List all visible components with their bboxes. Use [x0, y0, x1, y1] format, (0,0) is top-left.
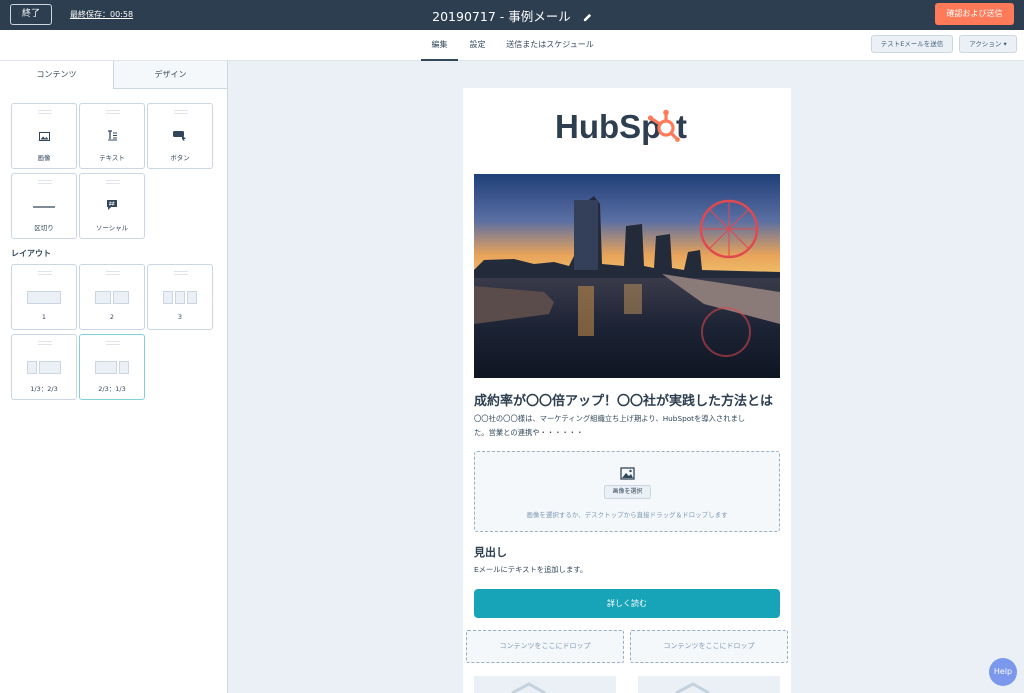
layout-2-columns[interactable]: 2 [79, 264, 145, 330]
drag-handle-icon [38, 341, 52, 345]
actions-dropdown[interactable]: アクション ▾ [959, 35, 1017, 53]
hero-image[interactable] [474, 174, 780, 378]
drop-zone-left[interactable]: コンテンツをここにドロップ [466, 630, 624, 663]
image-placeholder[interactable]: 画像を選択 画像を選択するか、デスクトップから直接ドラッグ＆ドロップします [474, 451, 780, 532]
column-block [187, 291, 197, 304]
send-test-email-button[interactable]: テストEメールを送信 [871, 35, 953, 53]
body-line-2: た。営業との連携や・・・・・・ [474, 428, 584, 437]
module-label: 区切り [34, 224, 54, 232]
pencil-icon[interactable] [583, 7, 592, 26]
tab-design[interactable]: デザイン [113, 61, 227, 89]
tab-send-or-schedule[interactable]: 送信またはスケジュール [502, 30, 598, 61]
drag-handle-icon [106, 110, 120, 114]
drag-handle-icon [38, 110, 52, 114]
button-icon [148, 126, 212, 145]
drag-handle-icon [106, 180, 120, 184]
review-and-send-button[interactable]: 確認および送信 [935, 3, 1014, 25]
image-placeholder-left [474, 676, 616, 693]
column-block [95, 291, 111, 304]
layout-label: 1/3：2/3 [30, 385, 58, 393]
read-more-button[interactable]: 詳しく読む [474, 589, 780, 618]
column-block [113, 291, 129, 304]
column-block [95, 361, 117, 374]
layout-1-3-2-3[interactable]: 1/3：2/3 [11, 334, 77, 400]
email-subheading[interactable]: 見出し [474, 544, 507, 560]
column-block [119, 361, 129, 374]
layout-3-columns[interactable]: 3 [147, 264, 213, 330]
module-label: ボタン [170, 154, 190, 162]
image-icon [12, 126, 76, 145]
email-title: 20190717 - 事例メール [432, 9, 571, 24]
email-sub-text[interactable]: Eメールにテキストを追加します。 [474, 565, 587, 575]
email-body-text[interactable]: 〇〇社の〇〇様は、マーケティング組織立ち上げ期より、HubSpotを導入されまし… [474, 412, 780, 440]
body-line-1: 〇〇社の〇〇様は、マーケティング組織立ち上げ期より、HubSpotを導入されまし [474, 414, 746, 423]
column-block [175, 291, 185, 304]
email-headline[interactable]: 成約率が〇〇倍アップ！〇〇社が実践した方法とは [474, 390, 773, 409]
tab-settings[interactable]: 設定 [465, 30, 490, 61]
column-block [27, 291, 61, 304]
tab-contents[interactable]: コンテンツ [0, 61, 113, 89]
tab-edit[interactable]: 編集 [421, 30, 458, 61]
hubspot-logo[interactable]: HubSp t [555, 104, 701, 152]
module-label: ソーシャル [95, 224, 129, 232]
module-label: 画像 [37, 154, 51, 162]
select-image-button[interactable]: 画像を選択 [604, 485, 651, 499]
help-button[interactable]: Help [989, 658, 1017, 686]
module-divider[interactable]: 区切り [11, 173, 77, 239]
layout-label: 2/3：1/3 [98, 385, 126, 393]
drag-handle-icon [106, 271, 120, 275]
top-bar: 終了 最終保存：00:58 20190717 - 事例メール 確認および送信 [0, 0, 1024, 30]
layout-1-column[interactable]: 1 [11, 264, 77, 330]
divider-icon [12, 196, 76, 215]
svg-text:HubSp: HubSp [555, 108, 661, 145]
module-text[interactable]: テキスト [79, 103, 145, 169]
image-placeholder-right [638, 676, 780, 693]
layout-label: 2 [109, 313, 115, 321]
layout-label: 1 [41, 313, 47, 321]
layout-heading: レイアウト [11, 249, 51, 258]
drop-hint-text: 画像を選択するか、デスクトップから直接ドラッグ＆ドロップします [526, 511, 728, 519]
drag-handle-icon [174, 110, 188, 114]
column-block [163, 291, 173, 304]
column-block [39, 361, 61, 374]
drag-handle-icon [38, 271, 52, 275]
image-icon [620, 465, 635, 484]
module-image[interactable]: 画像 [11, 103, 77, 169]
drop-zone-right[interactable]: コンテンツをここにドロップ [630, 630, 788, 663]
exit-button[interactable]: 終了 [10, 4, 52, 25]
layout-2-3-1-3[interactable]: 2/3：1/3 [79, 334, 145, 400]
drag-handle-icon [174, 271, 188, 275]
module-label: テキスト [99, 154, 125, 162]
social-icon [80, 196, 144, 215]
module-social[interactable]: ソーシャル [79, 173, 145, 239]
last-saved-link[interactable]: 最終保存：00:58 [70, 9, 133, 20]
layout-label: 3 [177, 313, 183, 321]
column-block [27, 361, 37, 374]
text-icon [80, 126, 144, 145]
svg-text:t: t [676, 108, 687, 145]
drag-handle-icon [38, 180, 52, 184]
module-button[interactable]: ボタン [147, 103, 213, 169]
drag-handle-icon [106, 341, 120, 345]
